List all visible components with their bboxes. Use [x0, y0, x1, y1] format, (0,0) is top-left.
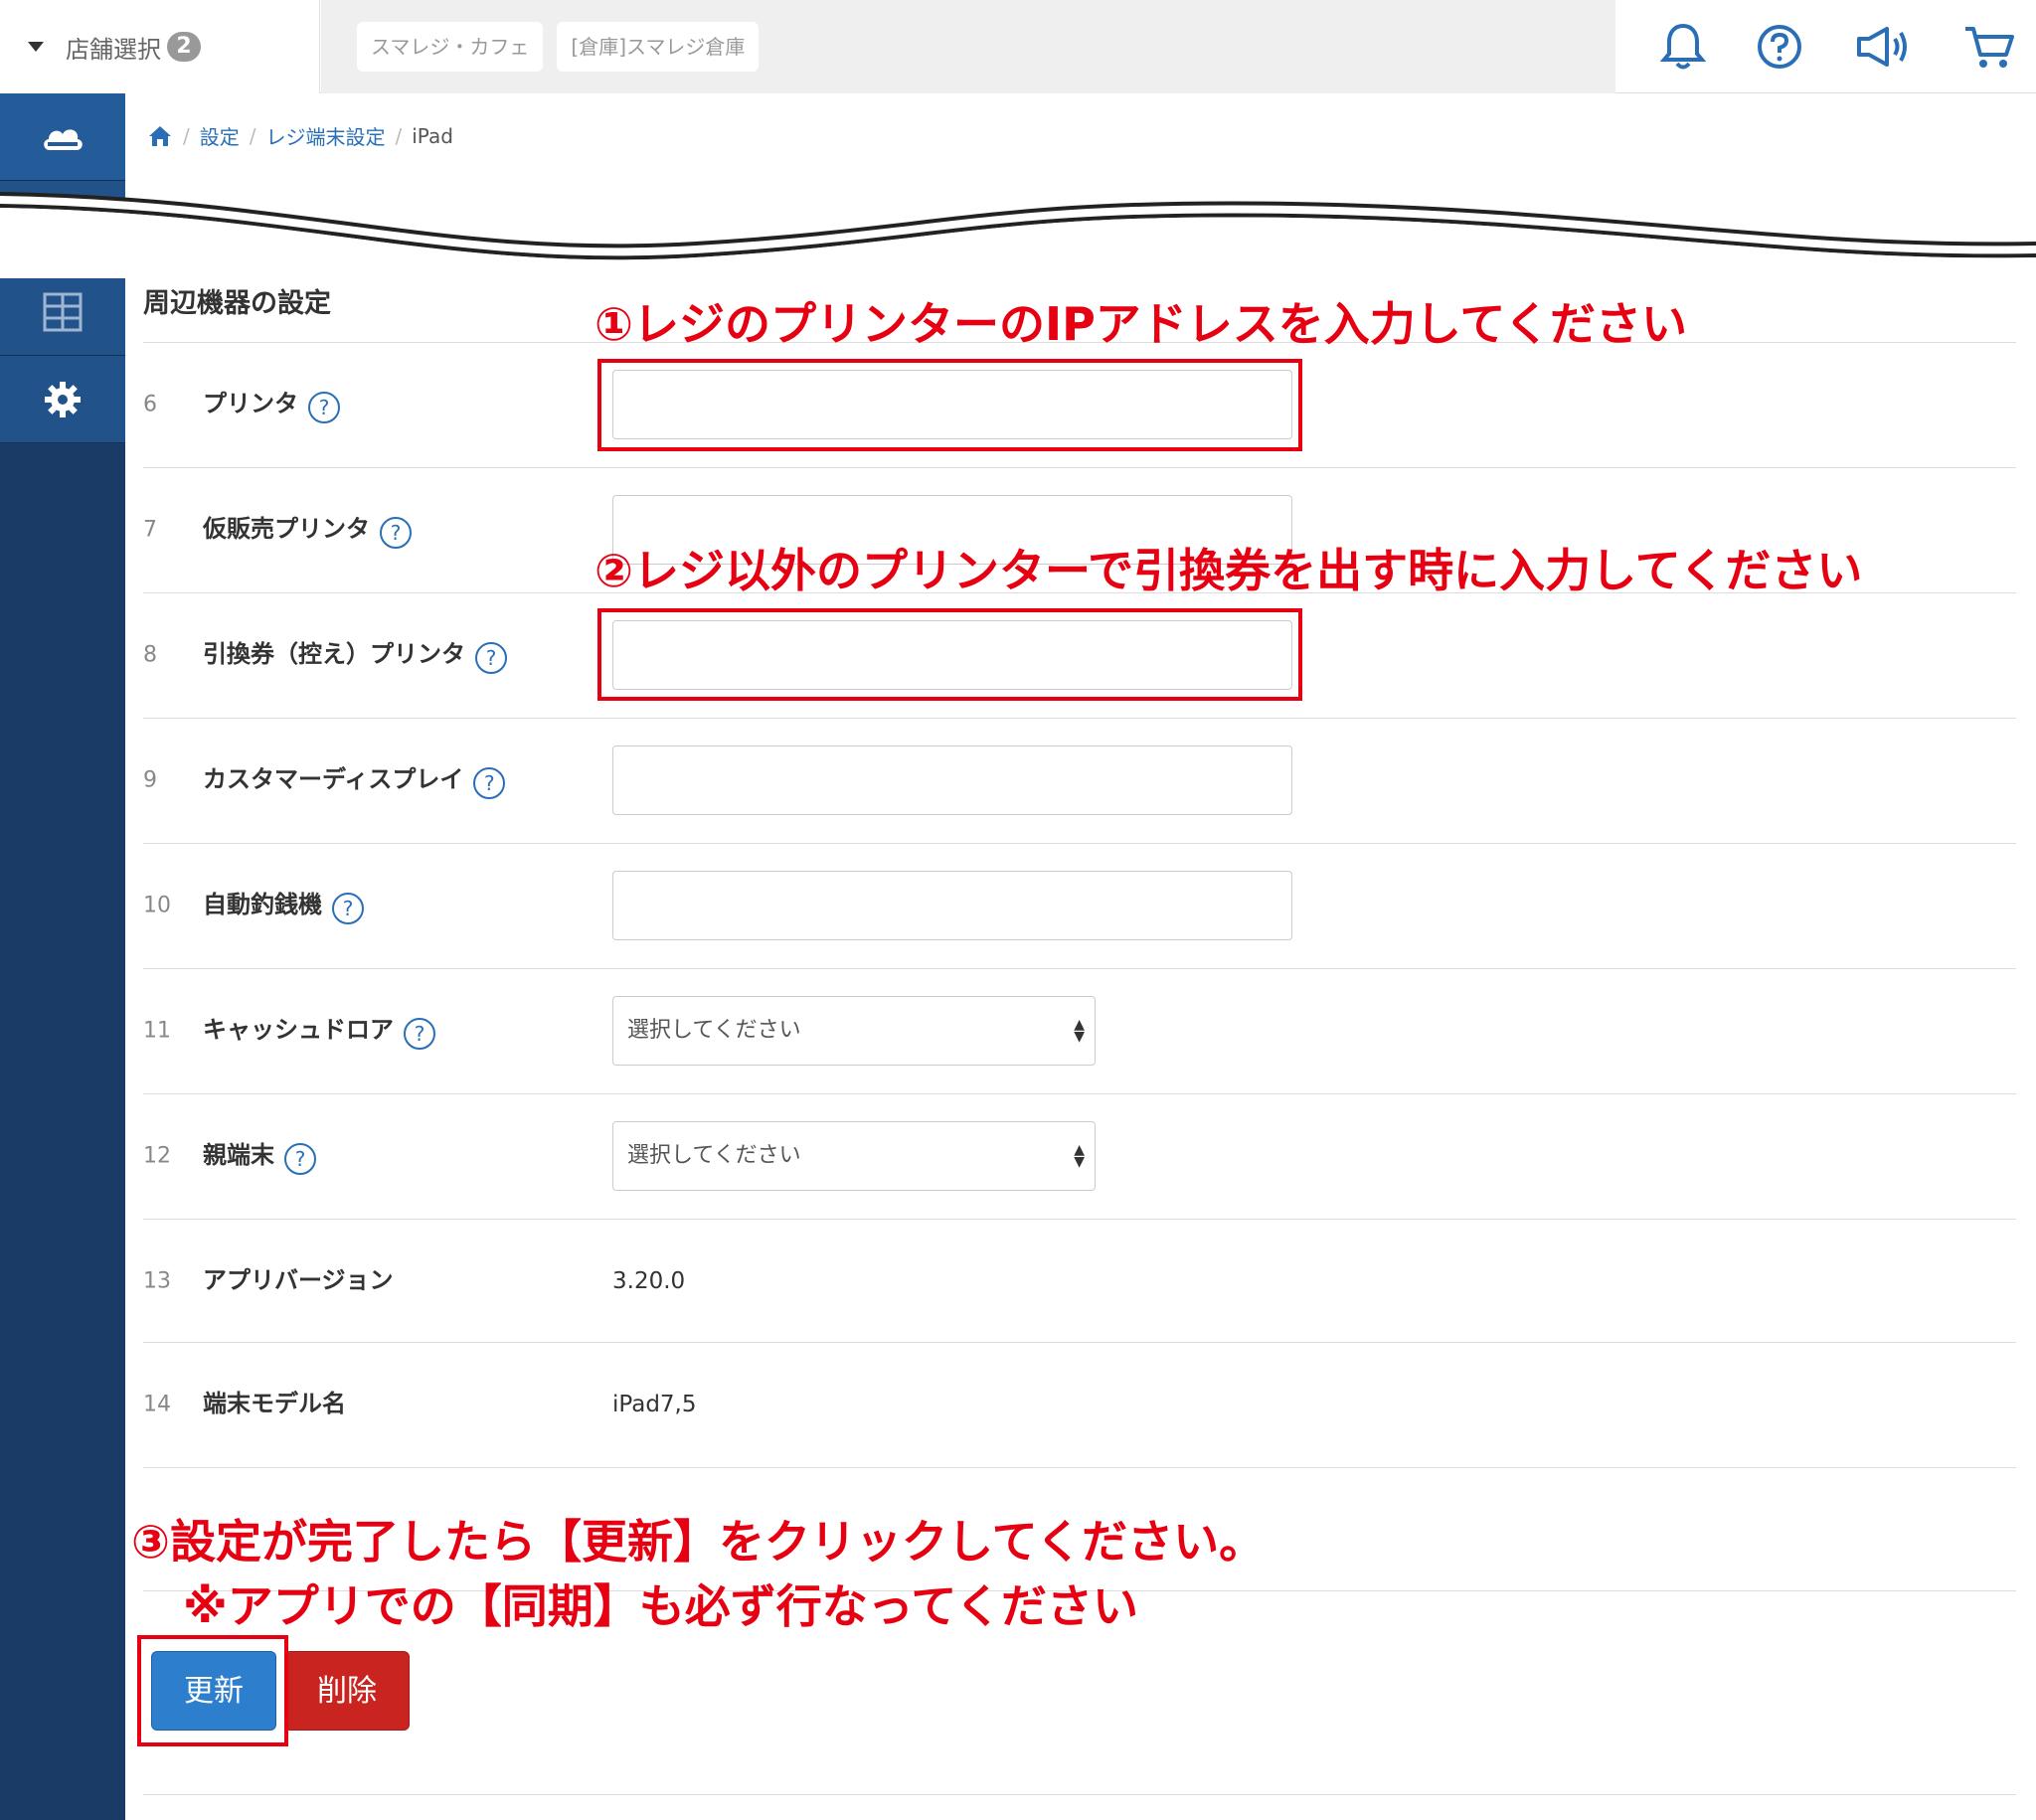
help-icon[interactable]: ?: [332, 892, 364, 924]
row-model-name: 14 端末モデル名 iPad7,5: [143, 1342, 2016, 1466]
store-select-dropdown[interactable]: 店舗選択 2: [0, 0, 320, 93]
sidebar-item-settings[interactable]: [0, 356, 125, 443]
provisional-printer-label: 仮販売プリンタ: [203, 515, 370, 543]
parent-terminal-label: 親端末: [203, 1141, 274, 1169]
cloud-icon: [44, 128, 83, 150]
help-icon[interactable]: ?: [308, 391, 340, 423]
section-title: 周辺機器の設定: [143, 288, 331, 319]
annotation-box-1: [597, 359, 1302, 451]
model-name-label: 端末モデル名: [203, 1390, 346, 1417]
bottom-divider: [143, 1794, 2016, 1795]
caret-down-icon: [28, 42, 44, 52]
top-bar: 店舗選択 2 スマレジ・カフェ [倉庫]スマレジ倉庫: [0, 0, 2036, 93]
annotation-2: ②レジ以外のプリンターで引換券を出す時に入力してください: [594, 544, 1863, 597]
cart-icon[interactable]: [1962, 23, 2016, 71]
help-icon[interactable]: ?: [380, 516, 412, 549]
bell-icon[interactable]: [1660, 22, 1706, 72]
parent-terminal-select[interactable]: 選択してください ▲ ▼: [612, 1121, 1096, 1191]
sidebar-item-home[interactable]: [0, 93, 125, 181]
megaphone-icon[interactable]: [1853, 23, 1913, 71]
top-icons: [1660, 0, 2016, 93]
customer-display-input[interactable]: [612, 745, 1292, 815]
breadcrumb-terminal-settings[interactable]: レジ端末設定: [266, 121, 386, 150]
annotation-box-2: [597, 608, 1302, 701]
help-icon[interactable]: ?: [404, 1017, 435, 1050]
printer-label: プリンタ: [203, 390, 298, 417]
row-customer-display: 9 カスタマーディスプレイ?: [143, 718, 2016, 842]
annotation-3-line1: ③設定が完了したら【更新】をクリックしてください。: [131, 1515, 1266, 1569]
app-version-label: アプリバージョン: [203, 1266, 394, 1294]
breadcrumb-current: iPad: [412, 123, 453, 148]
breadcrumb: / 設定 / レジ端末設定 / iPad: [147, 121, 453, 150]
delete-button[interactable]: 削除: [284, 1651, 410, 1731]
app-version-value: 3.20.0: [612, 1268, 686, 1294]
store-count-badge: 2: [167, 32, 201, 62]
annotation-box-3: [137, 1635, 288, 1746]
row-change-machine: 10 自動釣銭機?: [143, 843, 2016, 967]
row-app-version: 13 アプリバージョン 3.20.0: [143, 1219, 2016, 1343]
store-tabs: スマレジ・カフェ [倉庫]スマレジ倉庫: [321, 0, 1615, 93]
select-arrows-icon: ▲ ▼: [1074, 1017, 1085, 1045]
help-icon[interactable]: ?: [284, 1142, 316, 1175]
voucher-printer-label: 引換券（控え）プリンタ: [203, 640, 465, 668]
sidebar: [0, 93, 125, 1820]
annotation-1: ①レジのプリンターのIPアドレスを入力してください: [594, 297, 1688, 351]
select-arrows-icon: ▲ ▼: [1074, 1142, 1085, 1170]
sidebar-item-grid[interactable]: [0, 268, 125, 356]
page-cut-wave: [0, 179, 2036, 278]
cash-drawer-select[interactable]: 選択してください ▲ ▼: [612, 996, 1096, 1066]
help-icon[interactable]: ?: [473, 766, 506, 799]
change-machine-label: 自動釣銭機: [203, 891, 322, 918]
home-icon[interactable]: [147, 124, 173, 148]
row-parent-terminal: 12 親端末? 選択してください ▲ ▼: [143, 1093, 2016, 1218]
help-circle-icon[interactable]: [1756, 23, 1803, 71]
annotation-3-line2: ※アプリでの【同期】も必ず行なってください: [183, 1579, 1139, 1633]
grid-icon: [43, 292, 83, 331]
customer-display-label: カスタマーディスプレイ: [203, 765, 464, 793]
change-machine-input[interactable]: [612, 871, 1292, 940]
cash-drawer-label: キャッシュドロア: [203, 1016, 394, 1044]
help-icon[interactable]: ?: [475, 641, 507, 674]
breadcrumb-settings[interactable]: 設定: [200, 121, 240, 150]
model-name-value: iPad7,5: [612, 1392, 697, 1417]
gear-icon: [45, 381, 81, 417]
store-tab-cafe[interactable]: スマレジ・カフェ: [357, 22, 544, 72]
row-cash-drawer: 11 キャッシュドロア? 選択してください ▲ ▼: [143, 968, 2016, 1092]
store-tab-warehouse[interactable]: [倉庫]スマレジ倉庫: [557, 22, 760, 72]
store-select-label: 店舗選択: [66, 35, 161, 64]
